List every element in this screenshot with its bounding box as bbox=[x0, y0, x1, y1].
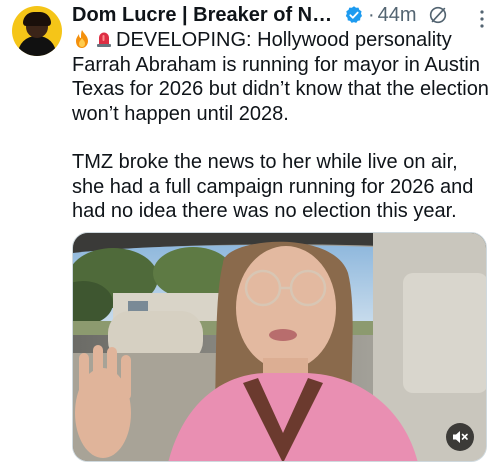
grok-icon[interactable] bbox=[427, 4, 449, 26]
tweet[interactable]: Dom Lucre | Breaker of Narra... · 44m DE… bbox=[0, 0, 500, 466]
siren-emoji-icon bbox=[97, 32, 111, 47]
verified-badge-icon bbox=[345, 6, 362, 23]
author-display-name[interactable]: Dom Lucre | Breaker of Narra... bbox=[72, 4, 340, 27]
tweet-paragraph-1-text: DEVELOPING: Hollywood personality Farrah… bbox=[72, 29, 489, 125]
tweet-paragraph-2: TMZ broke the news to her while live on … bbox=[72, 151, 474, 222]
avatar[interactable] bbox=[12, 6, 62, 56]
header-separator: · bbox=[368, 3, 375, 26]
tweet-header: Dom Lucre | Breaker of Narra... · 44m bbox=[72, 2, 449, 28]
volume-muted-icon bbox=[453, 431, 468, 443]
avatar-body bbox=[18, 36, 56, 56]
tweet-text: DEVELOPING: Hollywood personality Farrah… bbox=[72, 28, 492, 224]
tweet-time[interactable]: 44m bbox=[378, 4, 417, 27]
video-player[interactable] bbox=[72, 232, 487, 462]
avatar-hair bbox=[23, 12, 51, 26]
fire-emoji-icon bbox=[76, 30, 88, 48]
video-frame bbox=[73, 233, 486, 461]
mute-button[interactable] bbox=[446, 423, 474, 451]
tweet-paragraph-1: DEVELOPING: Hollywood personality Farrah… bbox=[72, 28, 492, 126]
more-vertical-icon[interactable] bbox=[472, 8, 492, 30]
